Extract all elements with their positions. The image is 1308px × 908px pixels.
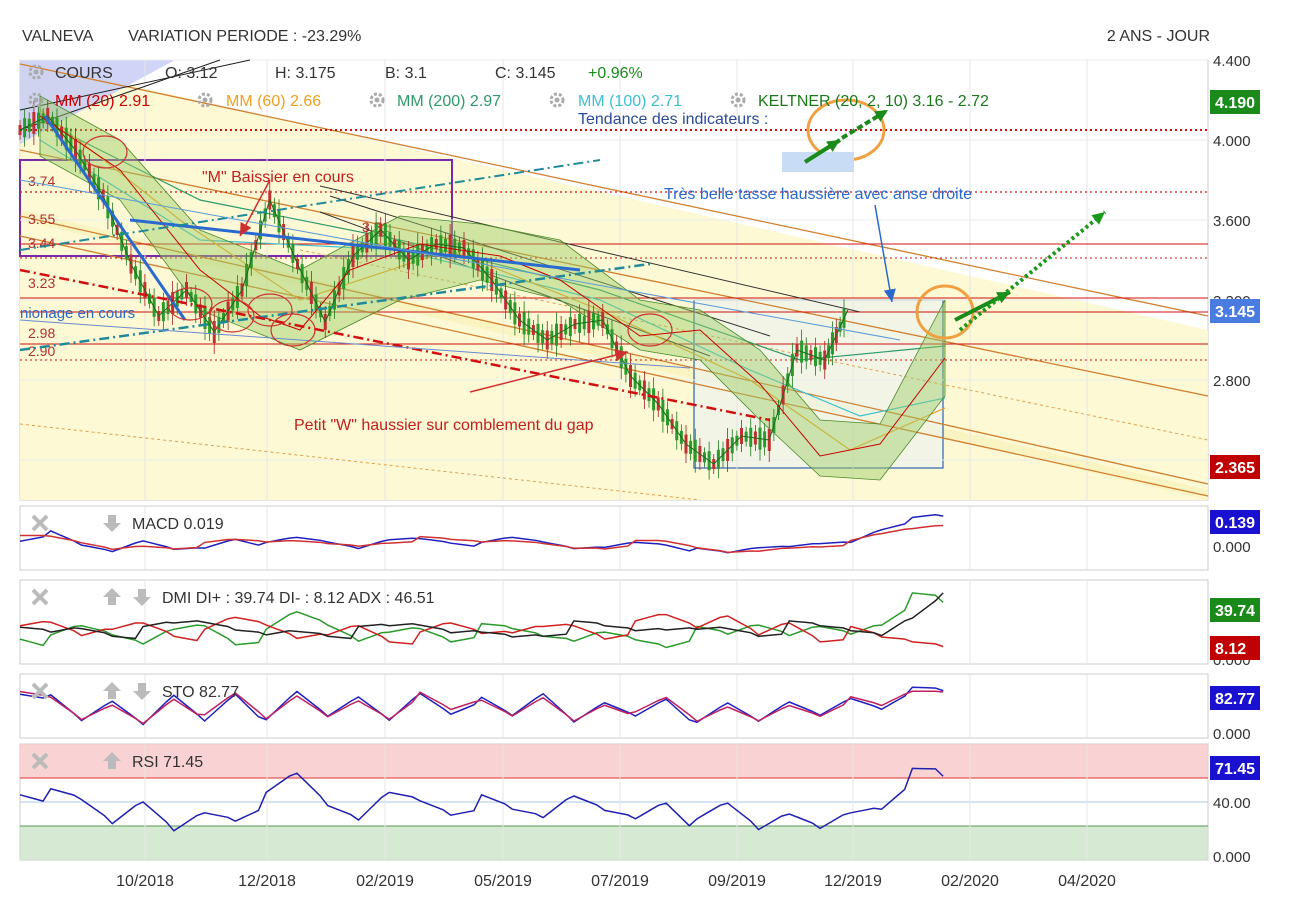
x-tick-6: 12/2019 (824, 873, 882, 890)
rsi-tick-40: 40.00 (1213, 795, 1251, 812)
indicator-title-2: STO 82.77 (162, 684, 239, 701)
x-tick-1: 12/2018 (238, 873, 296, 890)
level-label-6: 2.90 (28, 343, 55, 359)
level-label-2: 3.44 (28, 235, 55, 251)
ind-badge-text-1-0: 39.74 (1215, 603, 1255, 620)
indicator-title-0: MACD 0.019 (132, 516, 224, 533)
rsi-oversold-zone (20, 826, 1208, 860)
legend-ma-0: MM (20) 2.91 (55, 93, 150, 110)
indicator-panels: MACD 0.019 DMI DI+ : 39.74 DI- : 8.12 ADX… (19, 505, 1209, 861)
legend-gear-icon-1-hub (202, 97, 208, 103)
petit-w-label: Petit "W" haussier sur comblement du gap (294, 417, 594, 434)
legend-gear-icon-4-hub (735, 97, 741, 103)
x-tick-7: 02/2020 (941, 873, 999, 890)
m-baissier-label: "M" Baissier en cours (202, 169, 354, 186)
legend-cours-1: O: 3.12 (165, 65, 218, 82)
indicator-panel-0: MACD 0.019 (19, 505, 1209, 571)
legend-ma-3: MM (100) 2.71 (578, 93, 682, 110)
ind-badge-text-0-0: 0.139 (1215, 515, 1255, 532)
range-label: nionage en cours (20, 305, 135, 322)
stock-chart[interactable]: 3.743.553.443.513.232.982.90Tendance des… (0, 0, 1308, 908)
tendance-label: Tendance des indicateurs : (578, 111, 768, 128)
price-y-tick-0: 4.400 (1213, 53, 1251, 70)
price-badge-text-0: 4.190 (1215, 95, 1255, 112)
price-y-tick-2: 3.600 (1213, 213, 1251, 230)
level-label-1: 3.55 (28, 211, 55, 227)
price-y-tick-1: 4.000 (1213, 133, 1251, 150)
legend-cours-2: H: 3.175 (275, 65, 336, 82)
x-tick-5: 09/2019 (708, 873, 766, 890)
price-badge-text-2: 2.365 (1215, 460, 1255, 477)
level-label-0: 3.74 (28, 173, 55, 189)
legend-gear-icon-2-hub (374, 97, 380, 103)
legend-cours-0: COURS (55, 65, 113, 82)
indicator-panel-2: STO 82.77 (19, 673, 1209, 739)
x-tick-0: 10/2018 (116, 873, 174, 890)
legend-ma-4: KELTNER (20, 2, 10) 3.16 - 2.72 (758, 93, 989, 110)
legend-cours-4: C: 3.145 (495, 65, 556, 82)
legend-gear-icon-3-hub (554, 97, 560, 103)
level-label-4: 3.23 (28, 275, 55, 291)
legend-cours-3: B: 3.1 (385, 65, 427, 82)
ind-tick-2: 0.000 (1213, 726, 1251, 743)
x-tick-3: 05/2019 (474, 873, 532, 890)
x-tick-4: 07/2019 (591, 873, 649, 890)
indicator-title-3: RSI 71.45 (132, 754, 203, 771)
rsi-tick-0: 0.000 (1213, 849, 1251, 866)
legend-gear-icon-0-hub (33, 97, 39, 103)
legend-ma-1: MM (60) 2.66 (226, 93, 321, 110)
indicator-panel-3: RSI 71.45 (19, 743, 1209, 861)
x-tick-2: 02/2019 (356, 873, 414, 890)
ind-badge-text-1-1: 8.12 (1215, 641, 1246, 658)
legend-cours-5: +0.96% (588, 65, 643, 82)
ind-tick-0: 0.000 (1213, 539, 1251, 556)
tasse-label: Très belle tasse haussière avec anse dro… (664, 186, 972, 203)
price-y-tick-4: 2.800 (1213, 373, 1251, 390)
indicator-title-1: DMI DI+ : 39.74 DI- : 8.12 ADX : 46.51 (162, 590, 435, 607)
x-tick-8: 04/2020 (1058, 873, 1116, 890)
legend-ma-2: MM (200) 2.97 (397, 93, 501, 110)
legend-gear-icon-hub (33, 69, 39, 75)
level-label-5: 2.98 (28, 325, 55, 341)
ind-badge-text-3-0: 71.45 (1215, 761, 1255, 778)
indicator-panel-1: DMI DI+ : 39.74 DI- : 8.12 ADX : 46.51 (19, 579, 1209, 665)
ind-badge-text-2-0: 82.77 (1215, 691, 1255, 708)
price-badge-text-1: 3.145 (1215, 304, 1255, 321)
